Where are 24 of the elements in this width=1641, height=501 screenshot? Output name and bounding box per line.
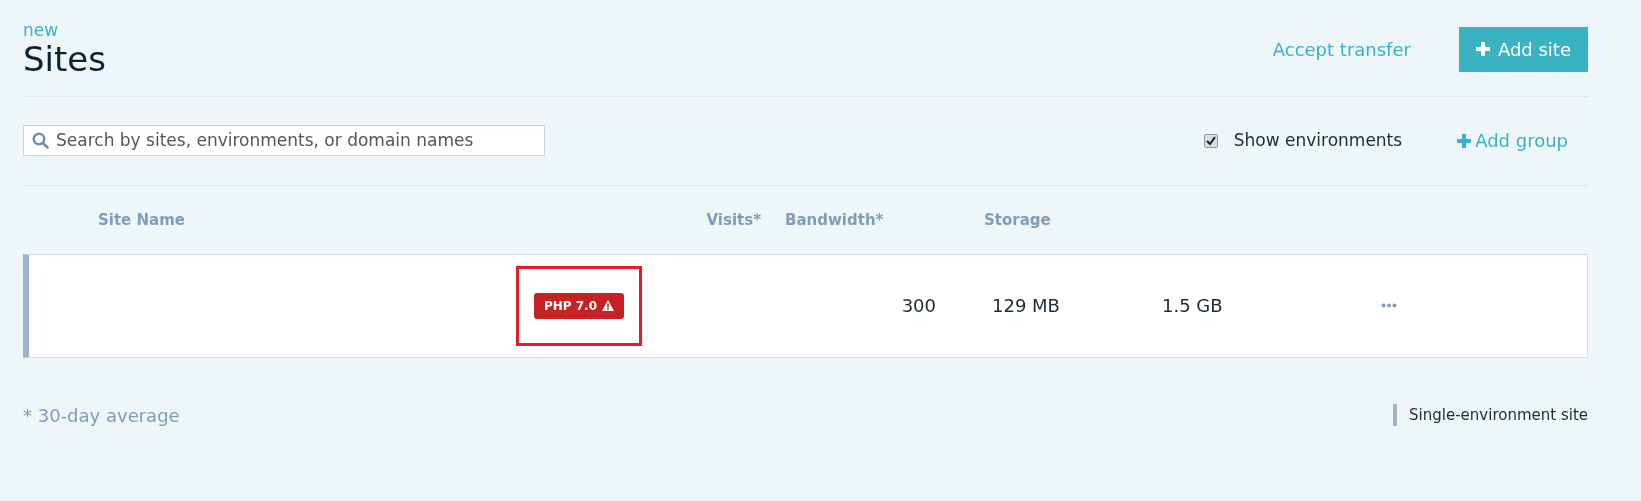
table-cell-text: 300 (901, 294, 936, 319)
accept-transfer-link[interactable]: Accept transfer (1272, 35, 1411, 63)
add-group-link[interactable]: Add group (1457, 127, 1568, 155)
page-title: Sites (23, 39, 106, 80)
checkbox-label: Show environments (1233, 129, 1403, 153)
plus-icon (1475, 42, 1490, 57)
table-cell: 1.5 GB (1162, 295, 1223, 317)
search-field[interactable]: Search by sites, environments, or domain names (23, 125, 545, 157)
legend-label: Single-environment site (1409, 405, 1588, 427)
php-version-badge: PHP 7.0 (533, 292, 625, 319)
table-row[interactable]: PHP 7.0 300 129 MB 1.5 GB (23, 253, 1588, 358)
legend-swatch (1393, 404, 1398, 427)
table-cell: 129 MB (992, 295, 1060, 317)
column-header[interactable]: Visits* (706, 208, 761, 232)
eyebrow-label: new (23, 22, 60, 39)
more-icon[interactable] (1381, 303, 1397, 309)
checkbox[interactable] (1203, 133, 1218, 148)
search-icon (32, 132, 49, 150)
add-site-button[interactable]: Add site (1458, 26, 1588, 72)
footnote: * 30-day average (23, 403, 180, 428)
column-header[interactable]: Storage (984, 208, 1051, 232)
column-header[interactable]: Site Name (98, 208, 185, 232)
plus-icon (1457, 133, 1472, 148)
column-header[interactable]: Bandwidth* (785, 208, 884, 232)
